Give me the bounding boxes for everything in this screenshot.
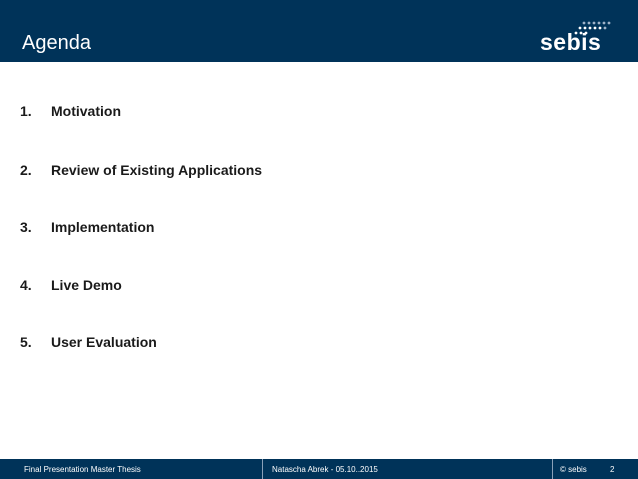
agenda-item-label: Motivation bbox=[51, 103, 121, 119]
agenda-item: 2. Review of Existing Applications bbox=[20, 159, 262, 181]
agenda-item: 4. Live Demo bbox=[20, 274, 122, 296]
sebis-logo: sebis bbox=[540, 18, 616, 58]
footer-presentation-title: Final Presentation Master Thesis bbox=[24, 465, 141, 474]
footer-author-date: Natascha Abrek - 05.10..2015 bbox=[272, 465, 378, 474]
slide-footer: Final Presentation Master Thesis Natasch… bbox=[0, 459, 638, 479]
slide-title: Agenda bbox=[22, 32, 91, 54]
slide-header: Agenda sebis bbox=[0, 0, 638, 62]
agenda-item-label: User Evaluation bbox=[51, 334, 157, 350]
agenda-item-label: Live Demo bbox=[51, 277, 122, 293]
agenda-item-number: 3. bbox=[20, 219, 32, 235]
footer-divider bbox=[552, 459, 553, 479]
agenda-item: 1. Motivation bbox=[20, 100, 121, 122]
agenda-item-number: 4. bbox=[20, 277, 32, 293]
logo-text: sebis bbox=[540, 29, 602, 55]
agenda-item: 3. Implementation bbox=[20, 216, 154, 238]
agenda-item: 5. User Evaluation bbox=[20, 331, 157, 353]
footer-page-number: 2 bbox=[610, 465, 615, 474]
agenda-item-number: 1. bbox=[20, 103, 32, 119]
footer-divider bbox=[262, 459, 263, 479]
agenda-item-number: 5. bbox=[20, 334, 32, 350]
agenda-item-number: 2. bbox=[20, 162, 32, 178]
agenda-item-label: Implementation bbox=[51, 219, 155, 235]
footer-copyright: © sebis bbox=[560, 465, 587, 474]
agenda-item-label: Review of Existing Applications bbox=[51, 162, 263, 178]
